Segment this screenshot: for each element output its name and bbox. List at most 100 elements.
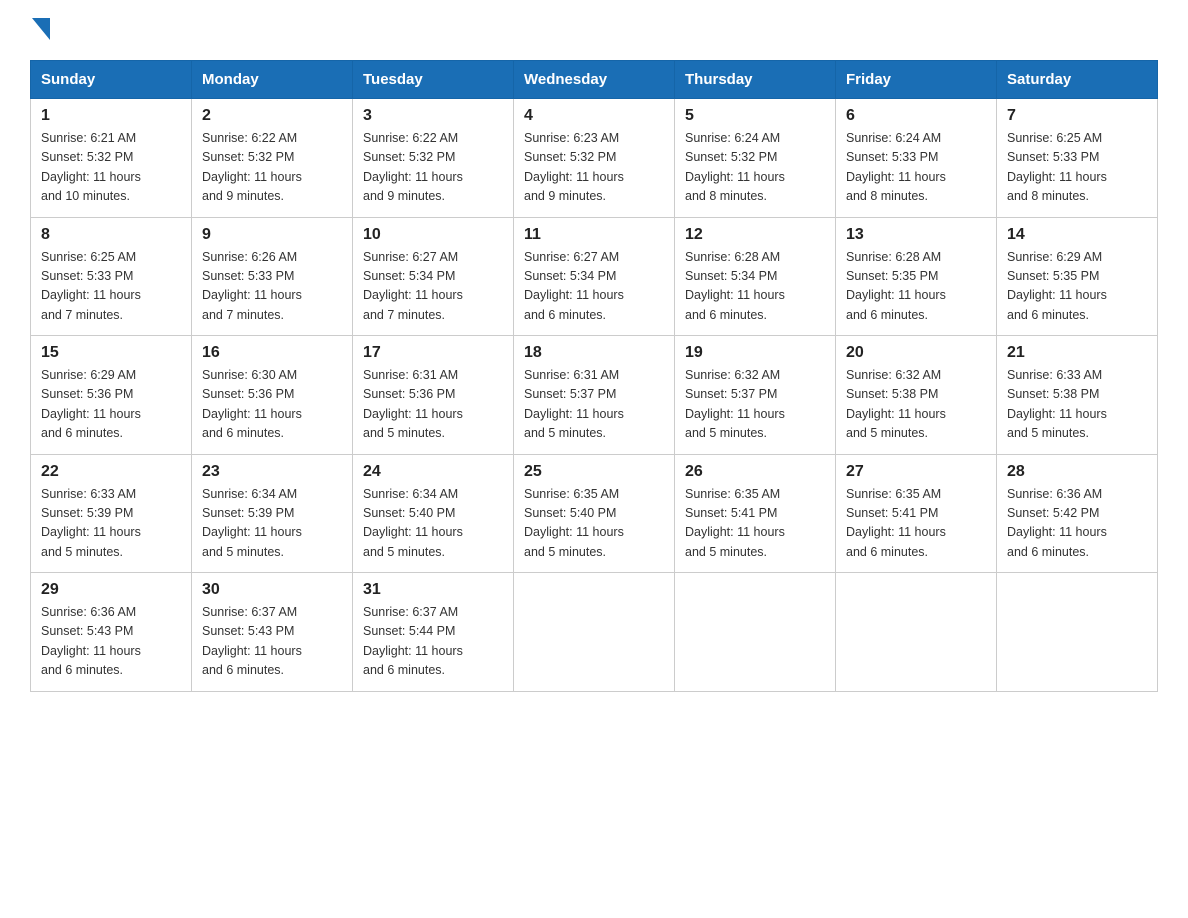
- day-info: Sunrise: 6:33 AMSunset: 5:38 PMDaylight:…: [1007, 366, 1147, 444]
- day-info: Sunrise: 6:23 AMSunset: 5:32 PMDaylight:…: [524, 129, 664, 207]
- day-info: Sunrise: 6:29 AMSunset: 5:35 PMDaylight:…: [1007, 248, 1147, 326]
- calendar-cell: 27 Sunrise: 6:35 AMSunset: 5:41 PMDayligh…: [836, 454, 997, 573]
- calendar-cell: [514, 573, 675, 692]
- calendar-cell: 4 Sunrise: 6:23 AMSunset: 5:32 PMDaylight…: [514, 99, 675, 218]
- weekday-header-tuesday: Tuesday: [353, 61, 514, 99]
- day-info: Sunrise: 6:35 AMSunset: 5:40 PMDaylight:…: [524, 485, 664, 563]
- day-number: 20: [846, 344, 986, 362]
- weekday-header-friday: Friday: [836, 61, 997, 99]
- day-info: Sunrise: 6:35 AMSunset: 5:41 PMDaylight:…: [685, 485, 825, 563]
- calendar-week-row: 29 Sunrise: 6:36 AMSunset: 5:43 PMDayligh…: [31, 573, 1158, 692]
- day-number: 18: [524, 344, 664, 362]
- calendar-cell: 17Sunrise: 6:31 AMSunset: 5:36 PMDayligh…: [353, 336, 514, 455]
- day-info: Sunrise: 6:28 AMSunset: 5:35 PMDaylight:…: [846, 248, 986, 326]
- day-info: Sunrise: 6:36 AMSunset: 5:43 PMDaylight:…: [41, 603, 181, 681]
- calendar-cell: 23 Sunrise: 6:34 AMSunset: 5:39 PMDayligh…: [192, 454, 353, 573]
- calendar-cell: 29 Sunrise: 6:36 AMSunset: 5:43 PMDayligh…: [31, 573, 192, 692]
- weekday-header-sunday: Sunday: [31, 61, 192, 99]
- calendar-cell: 12 Sunrise: 6:28 AMSunset: 5:34 PMDayligh…: [675, 217, 836, 336]
- day-number: 16: [202, 344, 342, 362]
- logo: [30, 20, 50, 40]
- day-number: 26: [685, 463, 825, 481]
- day-info: Sunrise: 6:24 AMSunset: 5:33 PMDaylight:…: [846, 129, 986, 207]
- day-info: Sunrise: 6:24 AMSunset: 5:32 PMDaylight:…: [685, 129, 825, 207]
- day-number: 8: [41, 226, 181, 244]
- page-header: [30, 20, 1158, 40]
- day-number: 13: [846, 226, 986, 244]
- day-info: Sunrise: 6:34 AMSunset: 5:39 PMDaylight:…: [202, 485, 342, 563]
- day-info: Sunrise: 6:36 AMSunset: 5:42 PMDaylight:…: [1007, 485, 1147, 563]
- calendar-cell: 15Sunrise: 6:29 AMSunset: 5:36 PMDayligh…: [31, 336, 192, 455]
- day-number: 11: [524, 226, 664, 244]
- weekday-header-monday: Monday: [192, 61, 353, 99]
- day-info: Sunrise: 6:35 AMSunset: 5:41 PMDaylight:…: [846, 485, 986, 563]
- day-number: 4: [524, 107, 664, 125]
- weekday-header-saturday: Saturday: [997, 61, 1158, 99]
- day-info: Sunrise: 6:33 AMSunset: 5:39 PMDaylight:…: [41, 485, 181, 563]
- calendar-cell: 7 Sunrise: 6:25 AMSunset: 5:33 PMDaylight…: [997, 99, 1158, 218]
- calendar-cell: [997, 573, 1158, 692]
- calendar-cell: 16 Sunrise: 6:30 AMSunset: 5:36 PMDayligh…: [192, 336, 353, 455]
- day-info: Sunrise: 6:25 AMSunset: 5:33 PMDaylight:…: [41, 248, 181, 326]
- calendar-cell: 31Sunrise: 6:37 AMSunset: 5:44 PMDayligh…: [353, 573, 514, 692]
- day-info: Sunrise: 6:27 AMSunset: 5:34 PMDaylight:…: [524, 248, 664, 326]
- weekday-header-thursday: Thursday: [675, 61, 836, 99]
- day-number: 12: [685, 226, 825, 244]
- day-number: 7: [1007, 107, 1147, 125]
- calendar-cell: 26 Sunrise: 6:35 AMSunset: 5:41 PMDayligh…: [675, 454, 836, 573]
- calendar-cell: 3 Sunrise: 6:22 AMSunset: 5:32 PMDaylight…: [353, 99, 514, 218]
- day-number: 24: [363, 463, 503, 481]
- calendar-week-row: 8 Sunrise: 6:25 AMSunset: 5:33 PMDaylight…: [31, 217, 1158, 336]
- calendar-cell: [836, 573, 997, 692]
- day-info: Sunrise: 6:30 AMSunset: 5:36 PMDaylight:…: [202, 366, 342, 444]
- day-info: Sunrise: 6:32 AMSunset: 5:37 PMDaylight:…: [685, 366, 825, 444]
- day-number: 2: [202, 107, 342, 125]
- calendar-cell: 1Sunrise: 6:21 AMSunset: 5:32 PMDaylight…: [31, 99, 192, 218]
- day-info: Sunrise: 6:32 AMSunset: 5:38 PMDaylight:…: [846, 366, 986, 444]
- calendar-week-row: 15Sunrise: 6:29 AMSunset: 5:36 PMDayligh…: [31, 336, 1158, 455]
- calendar-cell: 8 Sunrise: 6:25 AMSunset: 5:33 PMDaylight…: [31, 217, 192, 336]
- calendar-cell: 25 Sunrise: 6:35 AMSunset: 5:40 PMDayligh…: [514, 454, 675, 573]
- calendar-cell: 24 Sunrise: 6:34 AMSunset: 5:40 PMDayligh…: [353, 454, 514, 573]
- day-number: 29: [41, 581, 181, 599]
- logo-icon: [32, 18, 50, 40]
- calendar-header-row: SundayMondayTuesdayWednesdayThursdayFrid…: [31, 61, 1158, 99]
- day-info: Sunrise: 6:37 AMSunset: 5:44 PMDaylight:…: [363, 603, 503, 681]
- day-number: 28: [1007, 463, 1147, 481]
- day-number: 19: [685, 344, 825, 362]
- day-number: 1: [41, 107, 181, 125]
- day-info: Sunrise: 6:37 AMSunset: 5:43 PMDaylight:…: [202, 603, 342, 681]
- calendar-cell: 14 Sunrise: 6:29 AMSunset: 5:35 PMDayligh…: [997, 217, 1158, 336]
- day-number: 17: [363, 344, 503, 362]
- calendar-cell: 2Sunrise: 6:22 AMSunset: 5:32 PMDaylight…: [192, 99, 353, 218]
- calendar-cell: 18Sunrise: 6:31 AMSunset: 5:37 PMDayligh…: [514, 336, 675, 455]
- calendar-cell: 22Sunrise: 6:33 AMSunset: 5:39 PMDayligh…: [31, 454, 192, 573]
- day-number: 15: [41, 344, 181, 362]
- day-info: Sunrise: 6:28 AMSunset: 5:34 PMDaylight:…: [685, 248, 825, 326]
- day-number: 30: [202, 581, 342, 599]
- day-number: 21: [1007, 344, 1147, 362]
- day-number: 14: [1007, 226, 1147, 244]
- day-number: 3: [363, 107, 503, 125]
- day-info: Sunrise: 6:34 AMSunset: 5:40 PMDaylight:…: [363, 485, 503, 563]
- day-info: Sunrise: 6:25 AMSunset: 5:33 PMDaylight:…: [1007, 129, 1147, 207]
- day-number: 9: [202, 226, 342, 244]
- day-info: Sunrise: 6:27 AMSunset: 5:34 PMDaylight:…: [363, 248, 503, 326]
- day-info: Sunrise: 6:22 AMSunset: 5:32 PMDaylight:…: [363, 129, 503, 207]
- calendar-cell: 6 Sunrise: 6:24 AMSunset: 5:33 PMDaylight…: [836, 99, 997, 218]
- weekday-header-wednesday: Wednesday: [514, 61, 675, 99]
- calendar-cell: 10Sunrise: 6:27 AMSunset: 5:34 PMDayligh…: [353, 217, 514, 336]
- day-number: 25: [524, 463, 664, 481]
- calendar-cell: 11 Sunrise: 6:27 AMSunset: 5:34 PMDayligh…: [514, 217, 675, 336]
- calendar-cell: 19 Sunrise: 6:32 AMSunset: 5:37 PMDayligh…: [675, 336, 836, 455]
- calendar-cell: 20 Sunrise: 6:32 AMSunset: 5:38 PMDayligh…: [836, 336, 997, 455]
- day-number: 23: [202, 463, 342, 481]
- calendar-cell: 21 Sunrise: 6:33 AMSunset: 5:38 PMDayligh…: [997, 336, 1158, 455]
- day-number: 27: [846, 463, 986, 481]
- calendar-cell: 13 Sunrise: 6:28 AMSunset: 5:35 PMDayligh…: [836, 217, 997, 336]
- calendar-week-row: 1Sunrise: 6:21 AMSunset: 5:32 PMDaylight…: [31, 99, 1158, 218]
- calendar-cell: [675, 573, 836, 692]
- calendar-cell: 5Sunrise: 6:24 AMSunset: 5:32 PMDaylight…: [675, 99, 836, 218]
- day-number: 6: [846, 107, 986, 125]
- calendar-table: SundayMondayTuesdayWednesdayThursdayFrid…: [30, 60, 1158, 692]
